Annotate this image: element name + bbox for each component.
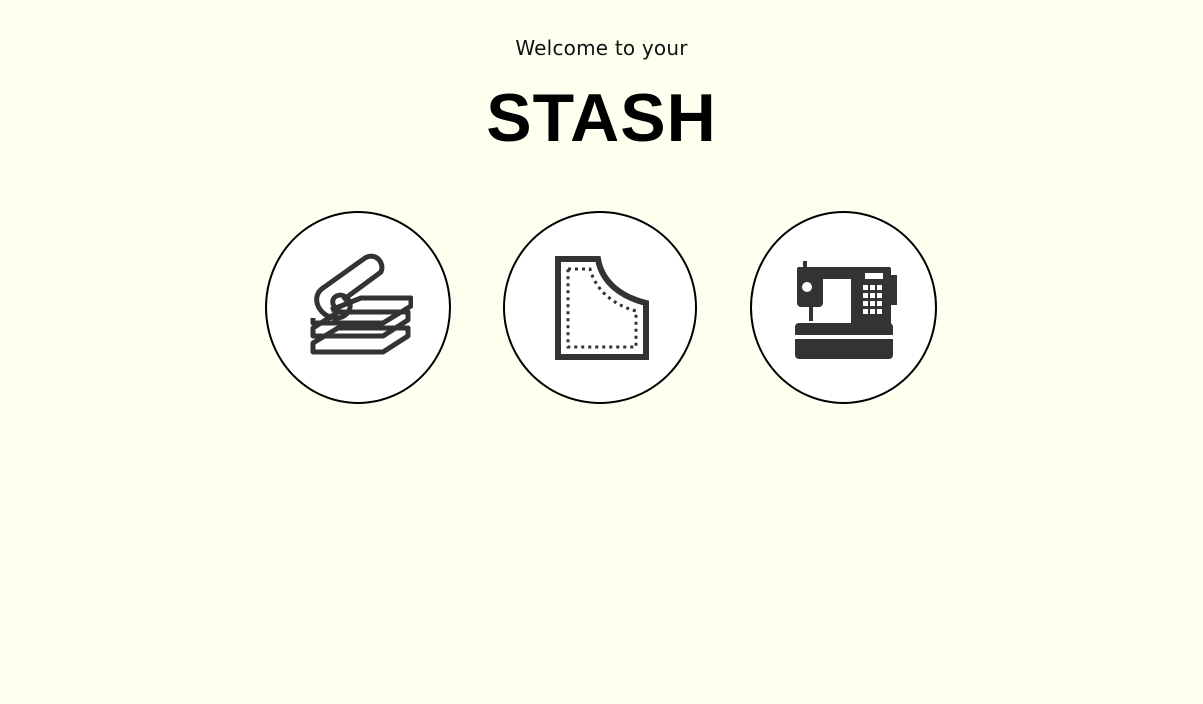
fabric-stack-icon bbox=[310, 253, 413, 354]
machines-button[interactable] bbox=[750, 211, 937, 404]
brand-title: STASH bbox=[486, 80, 717, 156]
stash-home-page: Welcome to your STASH bbox=[0, 0, 1203, 704]
sewing-machine-icon bbox=[794, 260, 897, 359]
patterns-button[interactable] bbox=[503, 211, 697, 404]
sewing-pattern-icon bbox=[555, 255, 649, 360]
welcome-text: Welcome to your bbox=[515, 36, 688, 60]
fabric-button[interactable] bbox=[265, 211, 451, 404]
